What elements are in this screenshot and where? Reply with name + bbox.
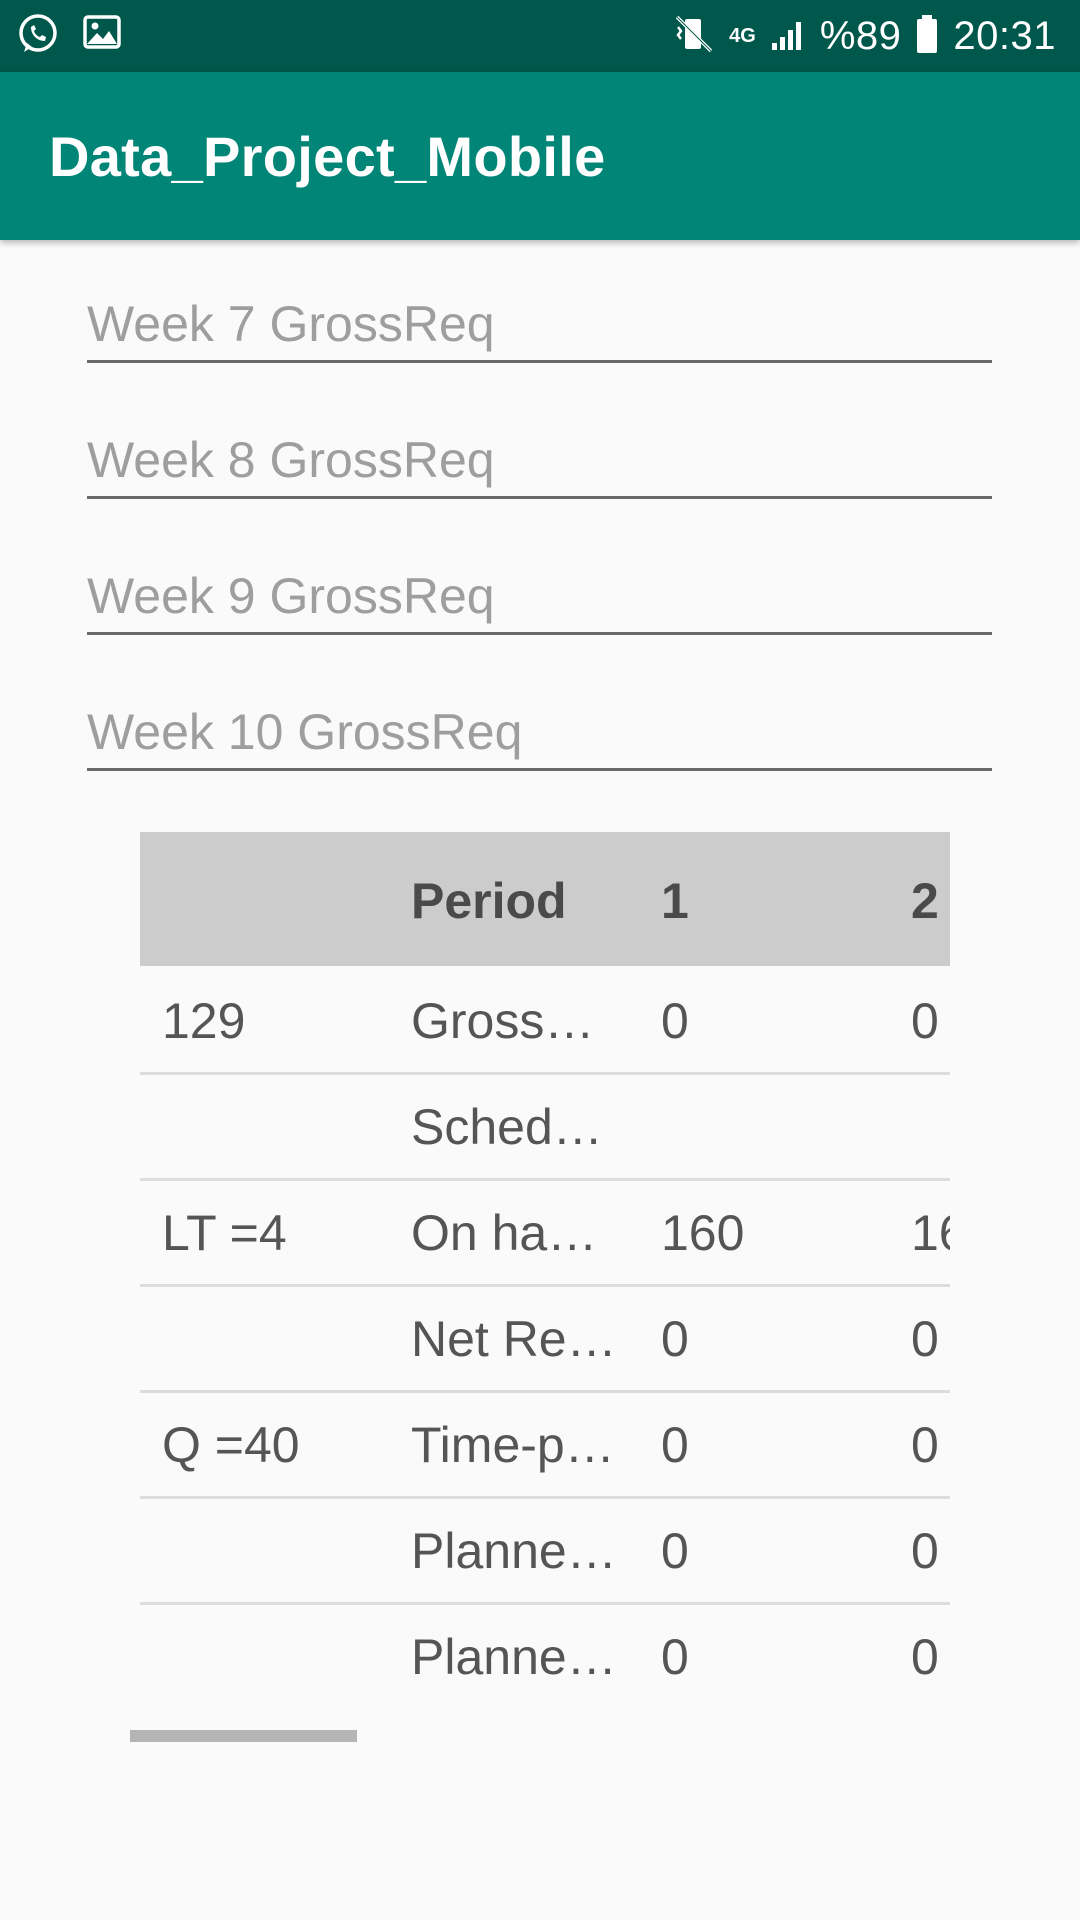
week-8-grossreq-input[interactable] <box>87 424 992 496</box>
table-cell: 0 <box>661 1417 689 1473</box>
table-cell: 0 <box>911 993 939 1049</box>
status-notification-icons <box>16 12 122 61</box>
table-cell: 0 <box>661 1311 689 1367</box>
app-bar: Data_Project_Mobile <box>0 72 1080 240</box>
header-cell-period-2: 2 <box>911 873 939 929</box>
table-cell: Net Re… <box>411 1311 617 1367</box>
week-10-grossreq-field[interactable] <box>87 696 992 771</box>
week-7-grossreq-field[interactable] <box>87 288 992 363</box>
table-cell: Q =40 <box>162 1417 300 1473</box>
battery-icon <box>915 14 939 59</box>
table-cell: 0 <box>661 993 689 1049</box>
table-cell: 129 <box>162 993 246 1049</box>
table-row: Planne… 0 0 <box>140 1602 950 1704</box>
table-row: Net Re… 0 0 <box>140 1284 950 1393</box>
table-cell: On han… <box>411 1205 621 1261</box>
network-type-label: 4G <box>729 25 756 47</box>
status-bar: 4G %89 20:31 <box>0 0 1080 72</box>
table-cell: 0 <box>911 1629 939 1685</box>
table-cell: 0 <box>911 1417 939 1473</box>
week-9-grossreq-field[interactable] <box>87 560 992 635</box>
app-title: Data_Project_Mobile <box>49 125 606 188</box>
clock: 20:31 <box>953 13 1056 58</box>
table-row: Sched… <box>140 1072 950 1181</box>
week-10-grossreq-input[interactable] <box>87 696 992 768</box>
table-cell: Gross… <box>411 993 595 1049</box>
table-cell: Planne… <box>411 1523 617 1579</box>
table-cell: Planne… <box>411 1629 617 1685</box>
table-cell: Time-p… <box>411 1417 615 1473</box>
whatsapp-icon <box>16 12 60 61</box>
header-cell-period: Period <box>411 873 567 929</box>
status-system-icons: 4G %89 20:31 <box>673 0 1056 72</box>
mrp-table[interactable]: Period 1 2 129 Gross… 0 0 Sched… LT =4 O… <box>140 832 950 1704</box>
table-cell: LT =4 <box>162 1205 287 1261</box>
week-9-grossreq-input[interactable] <box>87 560 992 632</box>
table-cell: 0 <box>661 1629 689 1685</box>
table-row: LT =4 On han… 160 160 <box>140 1178 950 1287</box>
image-icon <box>82 12 122 61</box>
table-cell: Sched… <box>411 1099 603 1155</box>
table-cell: 160 <box>911 1205 950 1261</box>
table-row: Q =40 Time-p… 0 0 <box>140 1390 950 1499</box>
table-cell: 0 <box>911 1311 939 1367</box>
horizontal-scrollbar-thumb[interactable] <box>130 1730 357 1742</box>
table-row: Planne… 0 0 <box>140 1496 950 1605</box>
battery-percent: %89 <box>819 13 902 58</box>
table-row: 129 Gross… 0 0 <box>140 966 950 1075</box>
table-header-row: Period 1 2 <box>140 832 950 966</box>
signal-icon <box>770 17 806 56</box>
header-cell-period-1: 1 <box>661 873 689 929</box>
week-8-grossreq-field[interactable] <box>87 424 992 499</box>
mute-vibrate-icon <box>673 13 715 60</box>
table-cell: 160 <box>661 1205 745 1261</box>
week-7-grossreq-input[interactable] <box>87 288 992 360</box>
table-cell: 0 <box>661 1523 689 1579</box>
table-cell: 0 <box>911 1523 939 1579</box>
